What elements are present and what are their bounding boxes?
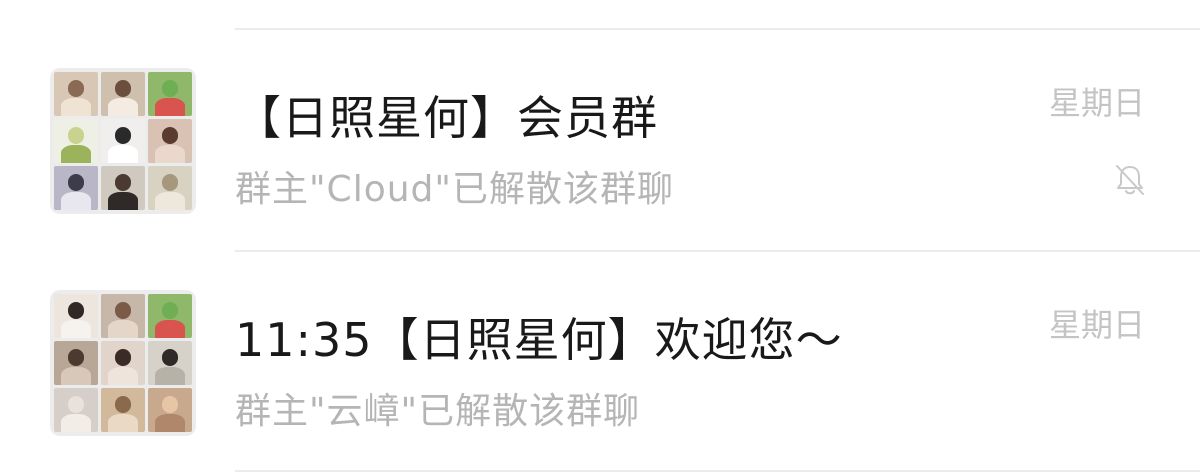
avatar-figure-head: [161, 173, 179, 191]
group-avatar: [50, 68, 196, 214]
chat-item[interactable]: 11:35【日照星何】欢迎您～ 群主"云嶂"已解散该群聊 星期日: [0, 272, 1200, 462]
avatar-tile: [148, 166, 192, 210]
avatar-figure-body: [154, 192, 186, 210]
avatar-figure-head: [161, 395, 179, 413]
avatar-figure-head: [114, 301, 132, 319]
avatar-tile: [54, 119, 98, 163]
avatar-figure-head: [67, 173, 85, 191]
avatar-tile: [148, 119, 192, 163]
avatar-figure-head: [114, 126, 132, 144]
avatar-tile: [54, 72, 98, 116]
avatar-figure-head: [114, 348, 132, 366]
avatar-tile: [148, 294, 192, 338]
chat-title: 【日照星何】会员群: [235, 91, 658, 145]
avatar-figure-body: [107, 145, 139, 163]
avatar-tile: [54, 166, 98, 210]
avatar-figure-body: [107, 192, 139, 210]
avatar-tile: [54, 388, 98, 432]
chat-last-message: 群主"云嶂"已解散该群聊: [235, 391, 641, 432]
avatar-tile: [101, 72, 145, 116]
avatar-tile: [54, 294, 98, 338]
avatar-figure-head: [67, 79, 85, 97]
avatar-figure-body: [60, 367, 92, 385]
avatar-figure-body: [107, 320, 139, 338]
chat-list: 【日照星何】会员群 群主"Cloud"已解散该群聊 星期日 11:35【日照星何…: [0, 0, 1200, 476]
avatar-figure-body: [60, 145, 92, 163]
avatar-figure-body: [107, 414, 139, 432]
chat-title: 11:35【日照星何】欢迎您～: [235, 313, 843, 367]
chat-item[interactable]: 【日照星何】会员群 群主"Cloud"已解散该群聊 星期日: [0, 50, 1200, 240]
avatar-figure-head: [161, 126, 179, 144]
avatar-tile: [101, 341, 145, 385]
chat-last-message: 群主"Cloud"已解散该群聊: [235, 169, 674, 210]
avatar-tile: [54, 341, 98, 385]
avatar-figure-body: [154, 98, 186, 116]
avatar-figure-body: [154, 414, 186, 432]
avatar-tile: [101, 119, 145, 163]
avatar-figure-head: [114, 173, 132, 191]
avatar-figure-head: [67, 301, 85, 319]
avatar-tile: [101, 294, 145, 338]
avatar-figure-body: [107, 98, 139, 116]
avatar-figure-body: [60, 320, 92, 338]
avatar-figure-head: [67, 348, 85, 366]
group-avatar: [50, 290, 196, 436]
avatar-tile: [148, 341, 192, 385]
avatar-figure-head: [161, 348, 179, 366]
avatar-figure-body: [154, 367, 186, 385]
chat-time: 星期日: [1048, 84, 1145, 122]
avatar-figure-head: [67, 395, 85, 413]
avatar-figure-body: [154, 145, 186, 163]
chat-time: 星期日: [1048, 306, 1145, 344]
avatar-tile: [148, 72, 192, 116]
divider-bottom: [235, 470, 1200, 472]
avatar-figure-head: [114, 79, 132, 97]
avatar-figure-body: [60, 414, 92, 432]
avatar-tile: [101, 388, 145, 432]
avatar-figure-body: [60, 192, 92, 210]
divider-top: [235, 28, 1200, 30]
bell-muted-icon: [1116, 165, 1144, 195]
avatar-tile: [148, 388, 192, 432]
avatar-figure-body: [60, 98, 92, 116]
avatar-tile: [101, 166, 145, 210]
avatar-figure-body: [107, 367, 139, 385]
divider-middle: [235, 250, 1200, 252]
avatar-figure-head: [161, 301, 179, 319]
avatar-figure-head: [114, 395, 132, 413]
avatar-figure-body: [154, 320, 186, 338]
avatar-figure-head: [67, 126, 85, 144]
avatar-figure-head: [161, 79, 179, 97]
